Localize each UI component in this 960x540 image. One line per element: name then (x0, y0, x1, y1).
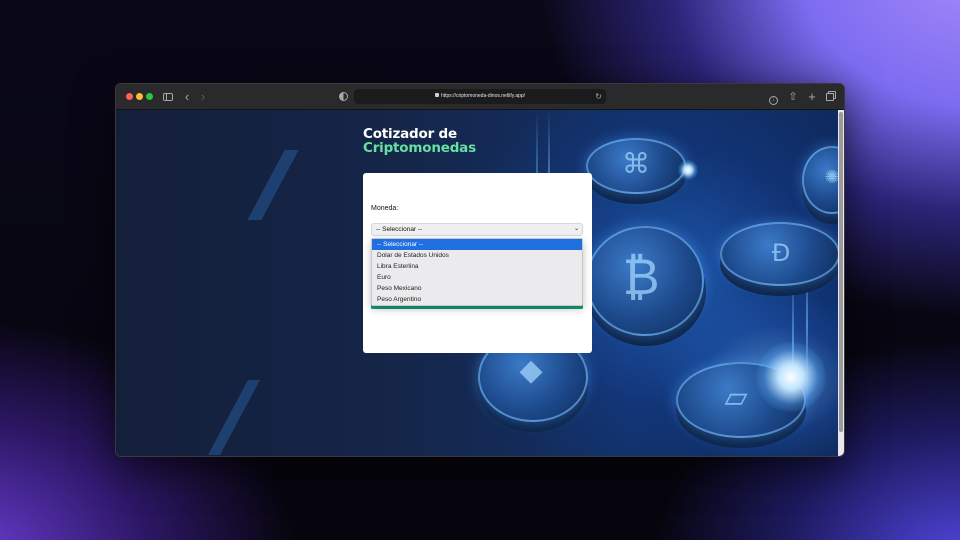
currency-option[interactable]: Dolar de Estados Unidos (372, 250, 582, 261)
currency-label: Moneda: (371, 205, 399, 212)
decor-stripe (208, 380, 260, 455)
bitcoin-glyph-icon: ₿ (622, 248, 660, 306)
address-bar[interactable]: https://criptomoneda-dinos.netlify.app/ … (354, 89, 606, 104)
quote-form-card: Moneda: -- Seleccionar -- ⌄ -- Seleccion… (363, 173, 592, 353)
title-line-2: Criptomonedas (363, 140, 476, 156)
chevron-down-icon: ⌄ (573, 226, 579, 232)
forward-arrow-icon[interactable]: › (196, 89, 210, 105)
currency-dropdown-list: -- Seleccionar -- Dolar de Estados Unidos… (371, 238, 583, 306)
zoom-window-button[interactable] (146, 93, 153, 100)
currency-select-value: -- Seleccionar -- (376, 226, 423, 233)
currency-option[interactable]: Libra Esterlina (372, 261, 582, 272)
light-flare (678, 160, 698, 180)
page-title: Cotizador de Criptomonedas (363, 127, 476, 155)
browser-toolbar: ‹ › https://criptomoneda-dinos.netlify.a… (116, 84, 844, 110)
dash-glyph-icon: Ɖ (771, 239, 791, 267)
lock-icon (434, 93, 439, 97)
minimize-window-button[interactable] (136, 93, 143, 100)
decor-stripe (247, 150, 299, 220)
url-text: https://criptomoneda-dinos.netlify.app/ (440, 93, 526, 99)
new-tab-icon[interactable]: + (805, 89, 819, 105)
sidebar-icon[interactable] (161, 89, 175, 105)
currency-option[interactable]: Peso Argentino (372, 294, 582, 305)
currency-select[interactable]: -- Seleccionar -- ⌄ (371, 223, 583, 236)
close-window-button[interactable] (126, 93, 133, 100)
currency-option[interactable]: Euro (372, 272, 582, 283)
page-scrollbar[interactable] (838, 110, 844, 456)
light-flare (756, 342, 826, 412)
ethereum-glyph-icon: ◆ (519, 353, 543, 388)
reload-icon[interactable]: ↻ (595, 89, 602, 104)
share-icon[interactable]: ⇧ (786, 89, 800, 105)
download-icon[interactable]: ↓ (766, 89, 780, 105)
currency-option[interactable]: Peso Mexicano (372, 283, 582, 294)
privacy-shield-icon[interactable] (336, 89, 350, 105)
web-page: ⌘ ✺ Ɖ ₿ ◆ ▱ Cotizador de Criptomonedas M… (116, 110, 844, 456)
back-arrow-icon[interactable]: ‹ (180, 89, 194, 105)
ripple-glyph-icon: ⌘ (622, 147, 650, 180)
currency-option[interactable]: -- Seleccionar -- (372, 239, 582, 250)
tab-overview-icon[interactable] (823, 89, 837, 105)
scrollbar-thumb[interactable] (839, 112, 843, 432)
browser-window: ‹ › https://criptomoneda-dinos.netlify.a… (115, 83, 845, 457)
